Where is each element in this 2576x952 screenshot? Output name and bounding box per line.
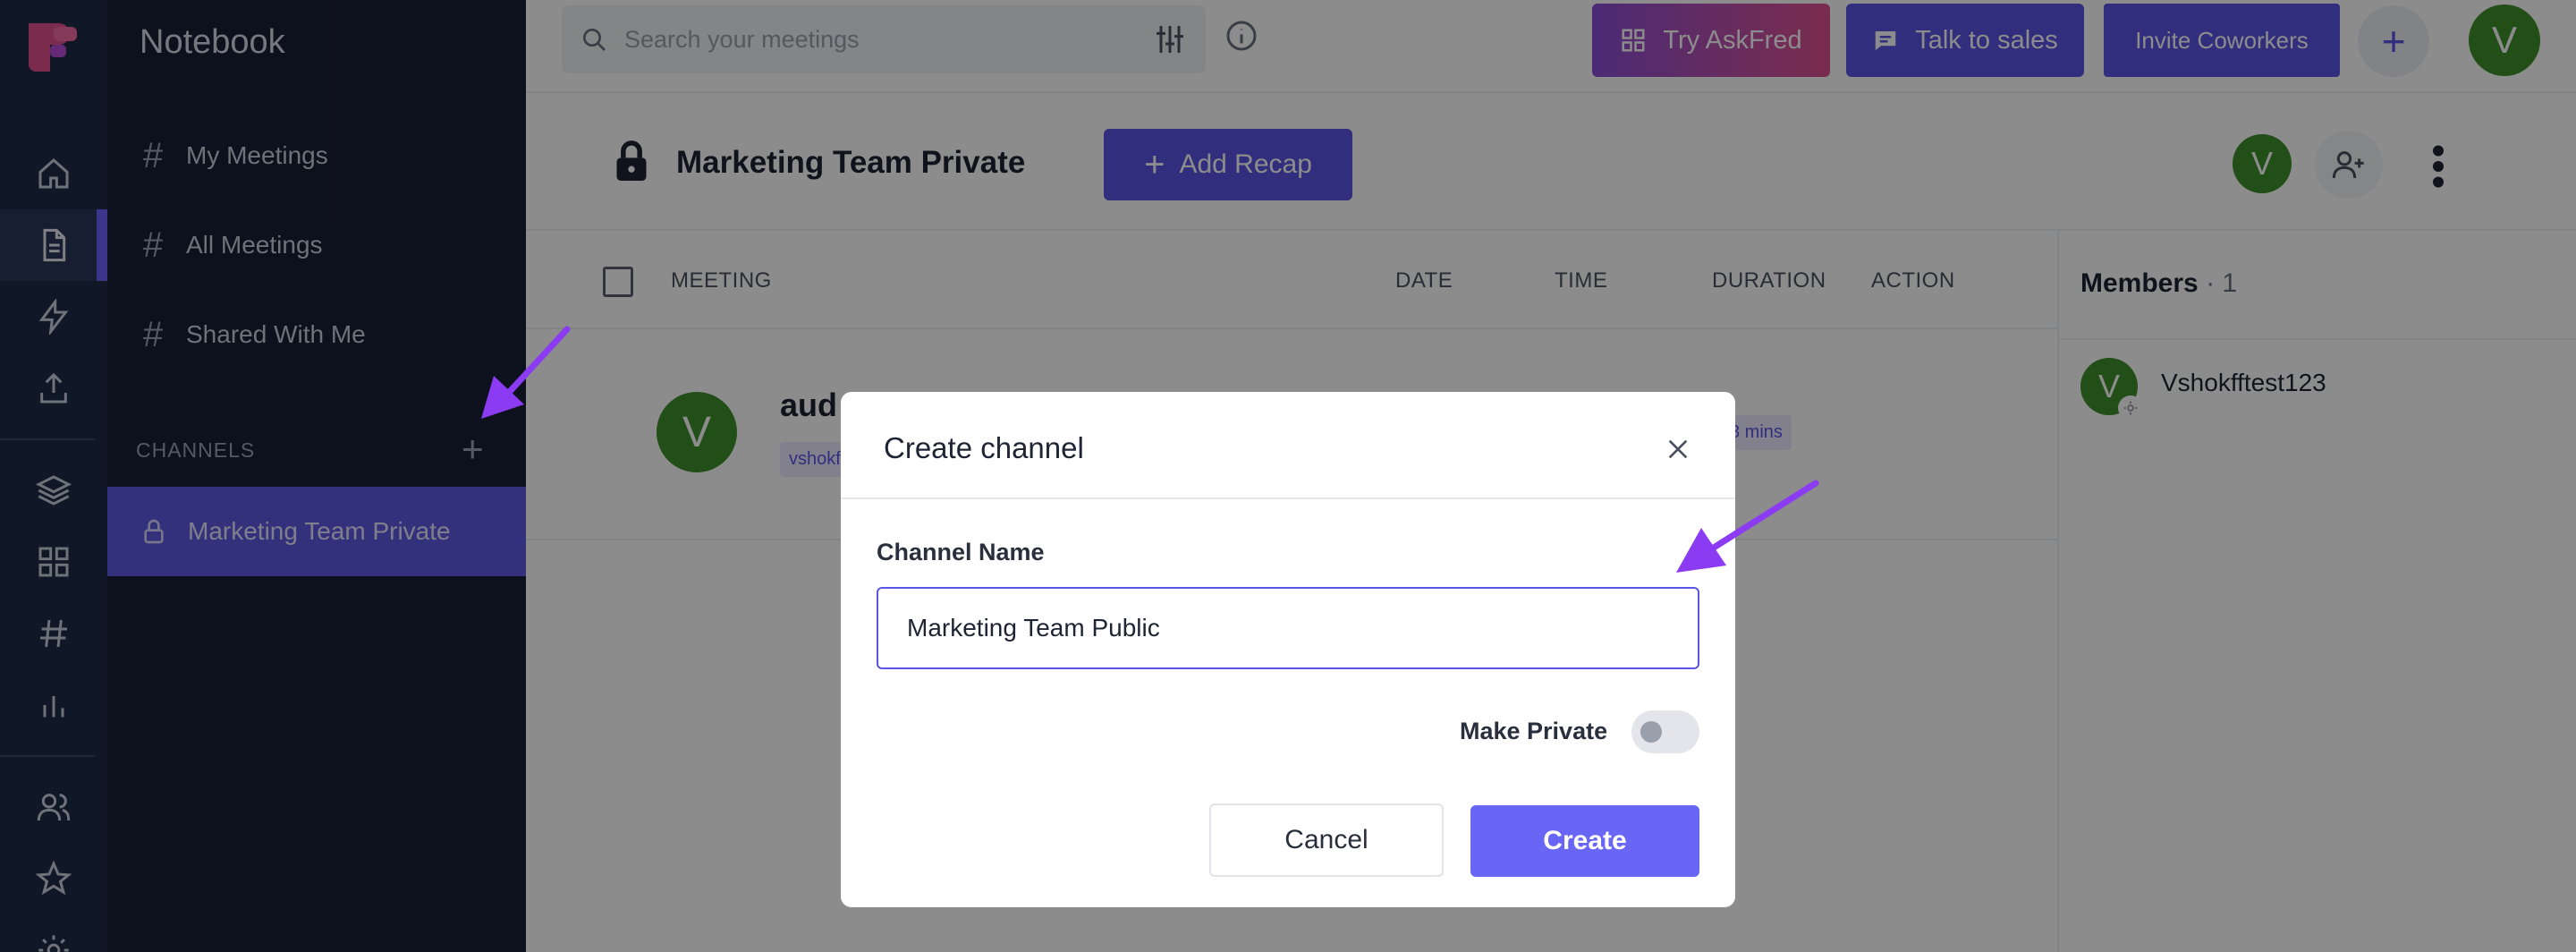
annotation-arrow-icon (481, 326, 571, 419)
annotation-arrow-icon (1676, 480, 1819, 573)
create-channel-modal: Create channel Channel Name Make Private… (841, 392, 1735, 907)
create-button[interactable]: Create (1470, 805, 1699, 877)
close-icon (1668, 439, 1688, 459)
channel-name-label: Channel Name (877, 539, 1045, 565)
modal-title: Create channel (884, 431, 1084, 464)
make-private-toggle[interactable] (1631, 710, 1699, 753)
channel-name-input[interactable] (877, 587, 1699, 669)
close-button[interactable] (1657, 428, 1699, 471)
divider (841, 497, 1735, 499)
make-private-label: Make Private (1460, 718, 1608, 744)
cancel-button[interactable]: Cancel (1209, 803, 1444, 877)
toggle-knob (1640, 721, 1662, 743)
